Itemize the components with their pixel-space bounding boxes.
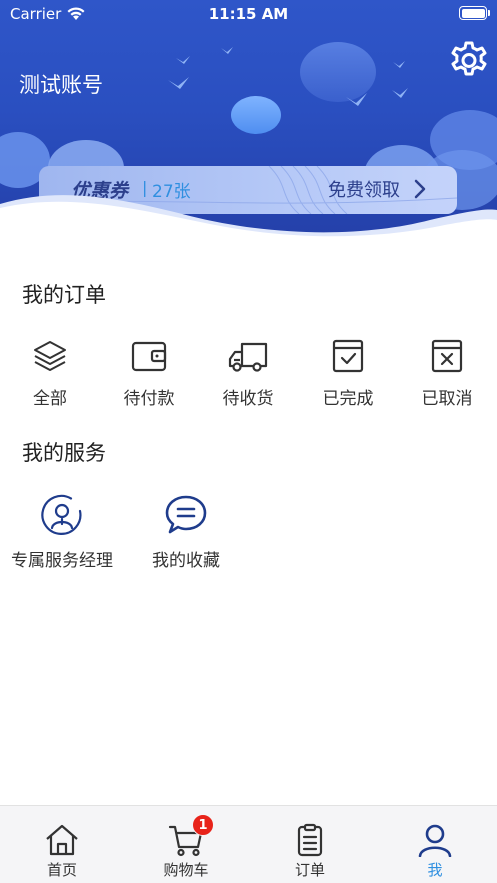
check-box-icon (332, 339, 364, 373)
order-cancelled-button[interactable]: 已取消 (397, 338, 497, 409)
cart-badge: 1 (192, 814, 214, 836)
cancel-box-icon (431, 339, 463, 373)
tab-cart[interactable]: 购物车 (124, 806, 248, 883)
manager-icon (41, 494, 82, 535)
tab-orders-label: 订单 (294, 861, 325, 879)
tab-home-label: 首页 (46, 861, 77, 879)
order-all-label: 全部 (33, 389, 67, 409)
gear-icon[interactable] (447, 39, 491, 83)
tab-me-label: 我 (427, 861, 443, 879)
clipboard-icon (297, 823, 323, 857)
order-pending-delivery-button[interactable]: 待收货 (198, 338, 298, 409)
service-manager-label: 专属服务经理 (11, 551, 113, 571)
orders-section-title: 我的订单 (22, 283, 106, 307)
services-section-title: 我的服务 (22, 441, 106, 465)
battery-icon (459, 6, 490, 20)
my-favorites-label: 我的收藏 (152, 551, 220, 571)
layers-icon (34, 341, 66, 371)
service-manager-button[interactable]: 专属服务经理 (0, 494, 124, 571)
header-wave (0, 195, 497, 245)
home-icon (46, 824, 78, 856)
tab-cart-label: 购物车 (163, 861, 209, 879)
tab-home[interactable]: 首页 (0, 806, 124, 883)
order-pending-payment-label: 待付款 (123, 389, 175, 409)
tab-bar: 首页 购物车 1 订单 我 (0, 805, 497, 883)
truck-icon (228, 342, 268, 372)
user-icon (418, 824, 452, 857)
wallet-icon (131, 341, 167, 372)
status-bar: Carrier 11:15 AM (0, 0, 497, 28)
order-completed-label: 已完成 (322, 389, 374, 409)
tab-orders[interactable]: 订单 (248, 806, 372, 883)
status-time: 11:15 AM (208, 5, 289, 23)
my-favorites-button[interactable]: 我的收藏 (136, 494, 236, 571)
order-completed-button[interactable]: 已完成 (298, 338, 398, 409)
tab-me[interactable]: 我 (373, 806, 497, 883)
order-pending-payment-button[interactable]: 待付款 (99, 338, 199, 409)
profile-header: Carrier 11:15 AM 测试账号 优惠券 | 27张 免费领取 (0, 0, 497, 245)
account-name[interactable]: 测试账号 (19, 69, 103, 99)
chat-bubble-icon (165, 495, 207, 534)
order-cancelled-label: 已取消 (421, 389, 473, 409)
order-pending-delivery-label: 待收货 (222, 389, 274, 409)
order-all-button[interactable]: 全部 (0, 338, 100, 409)
